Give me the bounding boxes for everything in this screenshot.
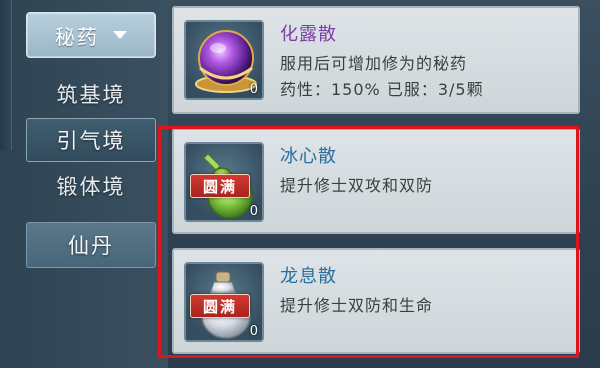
complete-badge: 圆满 — [190, 294, 250, 318]
item-count: 0 — [249, 204, 258, 219]
tab-duanti[interactable]: 锻体境 — [26, 164, 156, 208]
tab-xiandan[interactable]: 仙丹 — [26, 222, 156, 268]
item-description: 提升修士双防和生命 — [280, 296, 434, 315]
item-name: 化露散 — [280, 24, 337, 45]
item-icon-frame: 圆满 0 — [184, 262, 264, 342]
tab-yinqi[interactable]: 引气境 — [26, 118, 156, 162]
item-count: 0 — [249, 324, 258, 339]
chevron-down-icon — [113, 31, 127, 39]
item-card-longxisan[interactable]: 圆满 0 龙息散 提升修士双防和生命 — [172, 248, 580, 354]
item-name: 冰心散 — [280, 146, 337, 167]
item-description: 提升修士双攻和双防 — [280, 176, 434, 195]
tab-zhuji[interactable]: 筑基境 — [26, 72, 156, 116]
item-icon-frame: 圆满 0 — [184, 142, 264, 222]
item-icon-frame: 0 — [184, 20, 264, 100]
item-stats: 药性：150% 已服：3/5颗 — [280, 80, 484, 99]
dropdown-label: 秘药 — [55, 24, 99, 49]
complete-badge: 圆满 — [190, 174, 250, 198]
item-description: 服用后可增加修为的秘药 — [280, 54, 468, 73]
category-sidebar: 秘药 筑基境 引气境 锻体境 仙丹 — [0, 0, 168, 368]
item-card-bingxinsan[interactable]: 圆满 0 冰心散 提升修士双攻和双防 — [172, 128, 580, 234]
item-card-hualusan[interactable]: 0 化露散 服用后可增加修为的秘药 药性：150% 已服：3/5颗 — [172, 6, 580, 114]
item-name: 龙息散 — [280, 266, 337, 287]
item-count: 0 — [249, 82, 258, 97]
category-dropdown[interactable]: 秘药 — [26, 12, 156, 58]
sidebar-edge-strip — [0, 0, 12, 150]
